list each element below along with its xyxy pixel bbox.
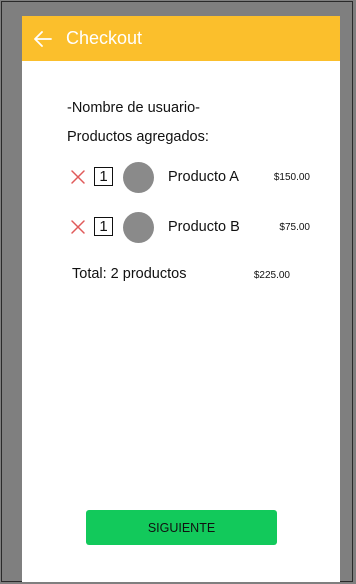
app-bar: Checkout — [22, 16, 340, 61]
quantity-field[interactable]: 1 — [94, 217, 113, 236]
cart-item-row: 1 Producto B $75.00 — [70, 212, 310, 243]
product-name: Producto B — [168, 219, 240, 235]
device-frame: Checkout -Nombre de usuario- Productos a… — [1, 1, 353, 582]
user-name: -Nombre de usuario- — [67, 100, 200, 116]
next-button[interactable]: SIGUIENTE — [86, 510, 277, 545]
back-button[interactable] — [22, 16, 64, 61]
product-price: $150.00 — [273, 172, 310, 183]
product-thumbnail — [123, 212, 154, 243]
app-screen: Checkout -Nombre de usuario- Productos a… — [22, 16, 340, 582]
close-icon — [71, 220, 85, 234]
total-label: Total: 2 productos — [72, 266, 187, 282]
quantity-field[interactable]: 1 — [94, 167, 113, 186]
page-title: Checkout — [66, 28, 143, 48]
close-icon — [71, 170, 85, 184]
checkout-content: -Nombre de usuario- Productos agregados:… — [22, 61, 340, 582]
cart-item-row: 1 Producto A $150.00 — [70, 162, 310, 193]
product-name: Producto A — [168, 169, 239, 185]
remove-item-button[interactable] — [70, 219, 86, 235]
product-thumbnail — [123, 162, 154, 193]
arrow-left-icon — [34, 30, 52, 47]
total-row: Total: 2 productos $225.00 — [72, 266, 290, 286]
product-price: $75.00 — [279, 222, 310, 233]
products-section-label: Productos agregados: — [67, 129, 209, 145]
total-price: $225.00 — [253, 270, 290, 281]
remove-item-button[interactable] — [70, 169, 86, 185]
